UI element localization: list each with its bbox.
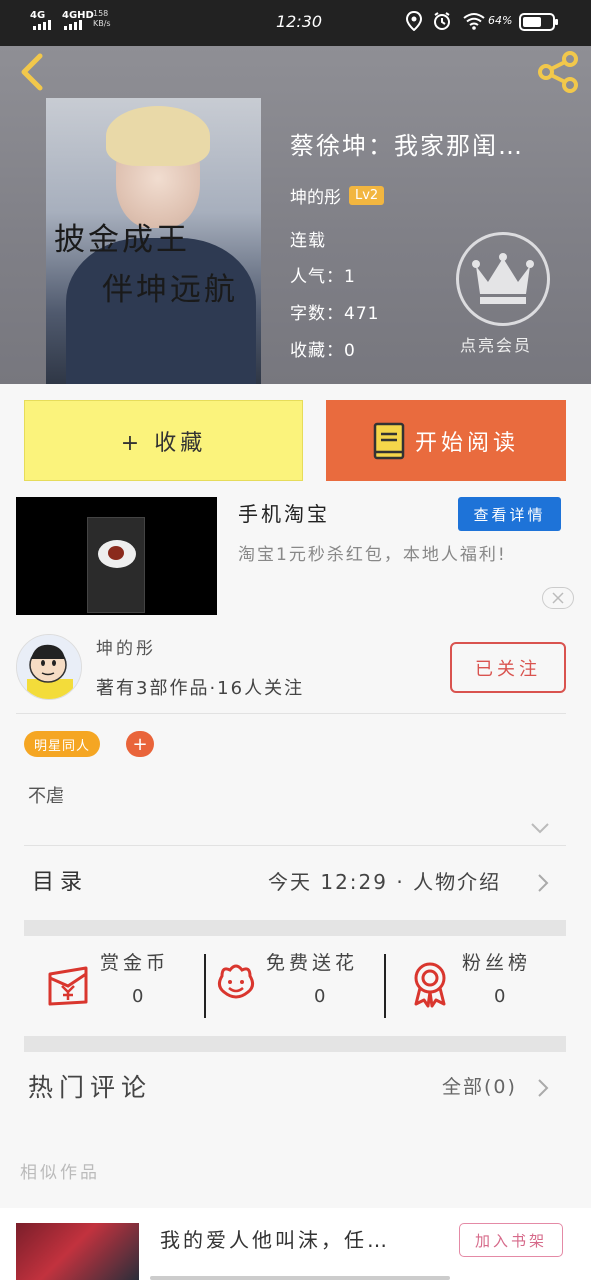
- book-status: 连载: [290, 231, 326, 251]
- medal-icon: [414, 962, 446, 1008]
- book-icon: [373, 422, 405, 459]
- cover-figure-body: [66, 238, 256, 384]
- flower-icon: [217, 964, 255, 999]
- fan-ranking-value: 0: [494, 986, 506, 1007]
- follow-button[interactable]: 已关注: [450, 642, 566, 693]
- battery-percent: 64%: [488, 14, 513, 27]
- level-badge: Lv2: [349, 186, 385, 205]
- alarm-icon: [434, 12, 450, 30]
- similar-work-item[interactable]: 我的爱人他叫沫，任… 加入书架: [0, 1208, 591, 1280]
- start-reading-label: 开始阅读: [414, 430, 519, 456]
- battery-icon: [519, 13, 558, 31]
- chevron-right-icon[interactable]: [536, 872, 550, 894]
- ad-description[interactable]: 淘宝1元秒杀红包，本地人福利!: [238, 540, 550, 571]
- ad-image[interactable]: [16, 497, 217, 615]
- similar-work-cover[interactable]: [16, 1223, 139, 1280]
- fan-ranking-label: 粉丝榜: [462, 952, 532, 974]
- author-row[interactable]: 坤的彤 Lv2: [290, 183, 385, 208]
- hot-comments-label: 热门评论: [28, 1073, 153, 1102]
- book-cover[interactable]: 披金成王 伴坤远航: [46, 98, 261, 384]
- author-stats: 著有3部作品·16人关注: [96, 678, 305, 699]
- ad-phone-mockup: [87, 517, 145, 613]
- clock: 12:30: [276, 12, 323, 31]
- signal-bars-2-icon: [64, 20, 82, 30]
- cover-figure-hair: [106, 106, 210, 166]
- section-separator: [24, 1036, 566, 1052]
- status-bar: 4G 4GHD 158 KB/s 12:30 64%: [0, 0, 591, 46]
- close-icon: [552, 592, 564, 604]
- stat-separator: [204, 954, 206, 1018]
- vip-label[interactable]: 点亮会员: [460, 332, 532, 356]
- reward-coins-value: 0: [132, 986, 144, 1007]
- book-popularity: 人气：1: [290, 267, 356, 287]
- avatar-image: [17, 635, 81, 699]
- location-icon: [406, 11, 422, 31]
- ad-food: [108, 546, 124, 560]
- cover-text-line1: 披金成王: [54, 222, 190, 258]
- add-to-shelf-button[interactable]: 加入书架: [459, 1223, 563, 1257]
- crown-icon: [472, 253, 534, 304]
- ad-close-button[interactable]: [542, 587, 574, 609]
- similar-works-label: 相似作品: [20, 1163, 100, 1183]
- author-section-name[interactable]: 坤的彤: [96, 634, 156, 659]
- book-collections: 收藏：0: [290, 341, 356, 361]
- free-flower-label: 免费送花: [266, 952, 359, 974]
- book-intro: 不虐: [28, 786, 64, 807]
- divider: [16, 713, 566, 714]
- divider: [24, 845, 566, 846]
- stat-separator: [384, 954, 386, 1018]
- author-avatar[interactable]: [16, 634, 82, 700]
- start-reading-button[interactable]: 开始阅读: [326, 400, 566, 481]
- ad-title[interactable]: 手机淘宝: [238, 498, 330, 527]
- section-separator: [24, 920, 566, 936]
- reward-coins-label: 赏金币: [100, 952, 170, 974]
- share-button[interactable]: [534, 50, 582, 94]
- wifi-icon: [463, 13, 485, 30]
- status-icons: [406, 11, 486, 31]
- all-comments-link[interactable]: 全部(0): [442, 1072, 517, 1099]
- vip-button[interactable]: [456, 232, 550, 326]
- network-speed-value: 158: [93, 9, 109, 18]
- network-speed-unit: KB/s: [93, 19, 111, 28]
- free-flower-stat[interactable]: 免费送花 0: [216, 946, 376, 1026]
- reward-coins-stat[interactable]: 赏金币 0: [46, 946, 196, 1026]
- add-tag-button[interactable]: +: [126, 731, 154, 757]
- book-header: 披金成王 伴坤远航 蔡徐坤：我家那闺… 坤的彤 Lv2 连载 人气：1 字数：4…: [0, 46, 591, 384]
- author-name[interactable]: 坤的彤: [290, 183, 341, 208]
- reward-envelope-icon: [48, 966, 88, 1006]
- battery-level: [523, 17, 541, 27]
- book-word-count: 字数：471: [290, 304, 380, 324]
- fan-ranking-stat[interactable]: 粉丝榜 0: [410, 946, 560, 1026]
- chevron-right-icon[interactable]: [536, 1077, 550, 1099]
- catalog-latest-update[interactable]: 今天 12:29 · 人物介绍: [268, 866, 501, 895]
- genre-tag[interactable]: 明星同人: [24, 731, 101, 757]
- signal-bars-1-icon: [33, 20, 51, 30]
- scroll-indicator: [150, 1276, 450, 1280]
- cover-text-line2: 伴坤远航: [102, 272, 238, 308]
- collect-button[interactable]: + 收藏: [24, 400, 303, 481]
- expand-chevron-down-icon[interactable]: [530, 818, 550, 838]
- free-flower-value: 0: [314, 986, 326, 1007]
- back-button[interactable]: [14, 52, 50, 92]
- network-speed: 158 KB/s: [93, 9, 111, 29]
- similar-work-title[interactable]: 我的爱人他叫沫，任…: [160, 1224, 390, 1253]
- catalog-label[interactable]: 目录: [32, 864, 88, 896]
- ad-detail-button[interactable]: 查看详情: [458, 497, 561, 531]
- book-title: 蔡徐坤：我家那闺…: [290, 132, 524, 160]
